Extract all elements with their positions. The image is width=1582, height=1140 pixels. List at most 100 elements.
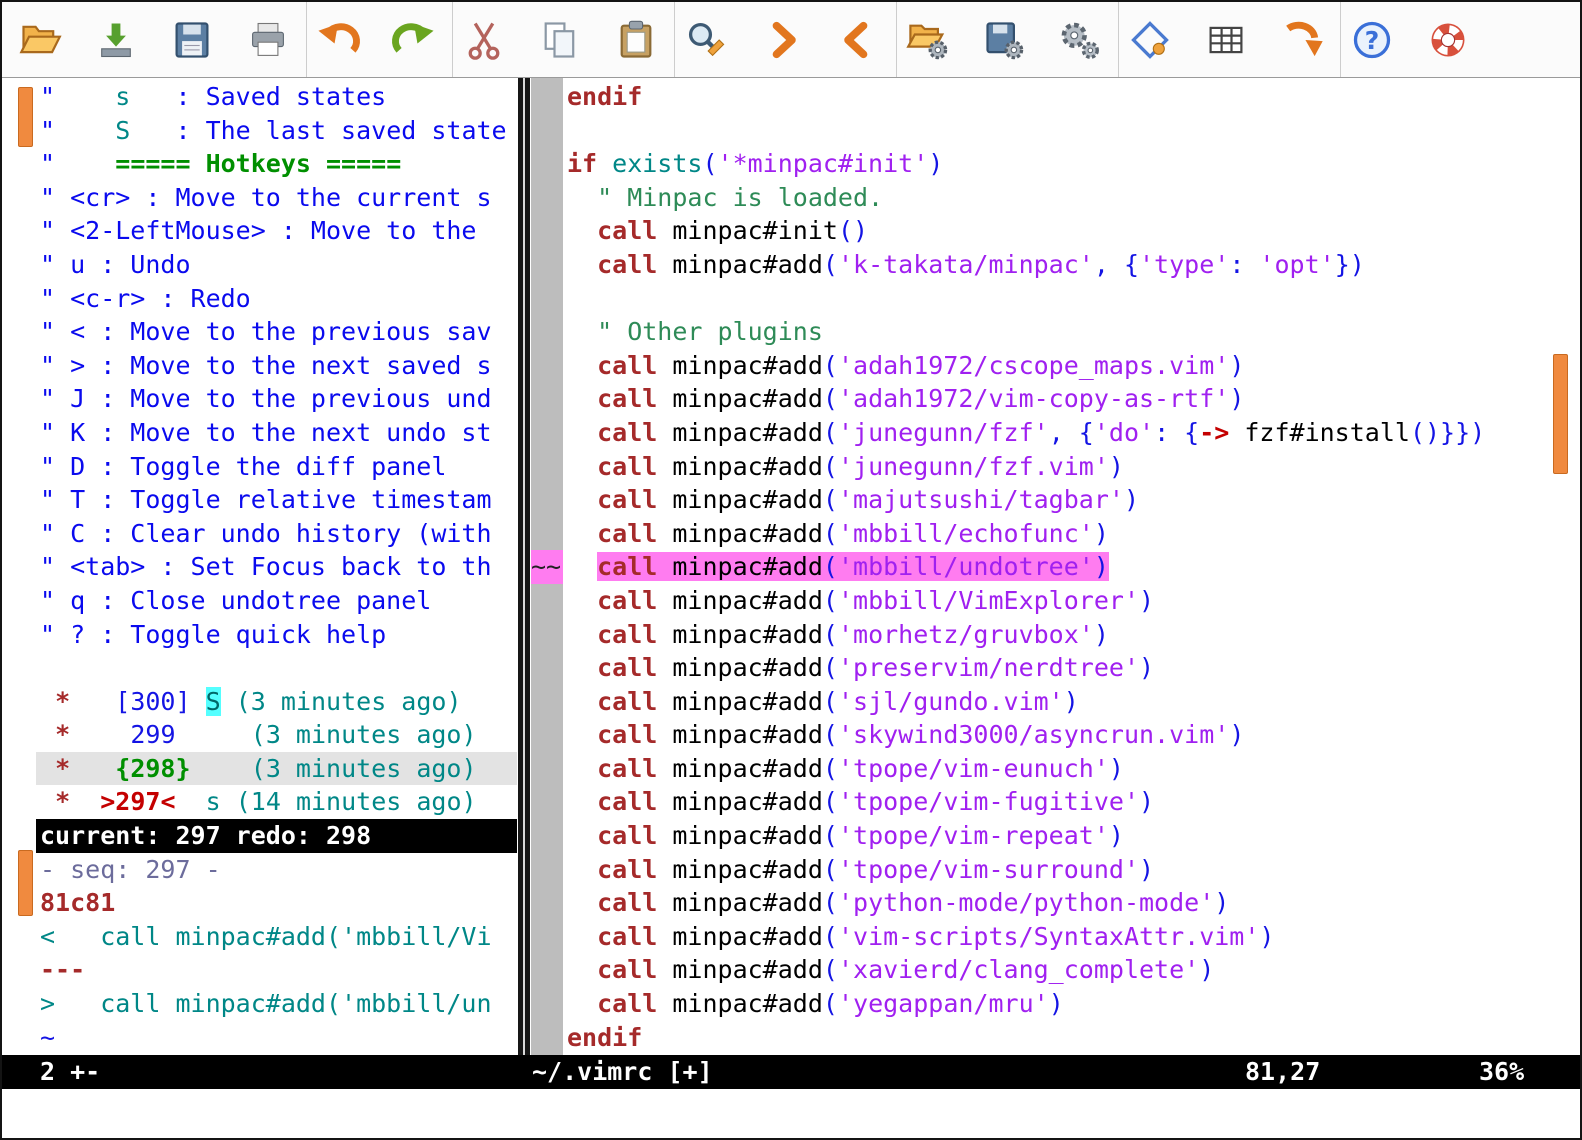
code-line: call minpac#add('yegappan/mru') bbox=[563, 987, 1550, 1021]
code-line: " <tab> : Set Focus back to th bbox=[36, 550, 517, 584]
clipboard-icon bbox=[614, 18, 658, 62]
save-all-icon bbox=[94, 18, 138, 62]
code-line: if exists('*minpac#init') bbox=[563, 147, 1550, 181]
printer-icon bbox=[246, 18, 290, 62]
gvim-window: ? " s : Saved states" S : The last saved… bbox=[0, 0, 1582, 1140]
code-line: call minpac#add('mbbill/VimExplorer') bbox=[563, 584, 1550, 618]
code-line: " Minpac is loaded. bbox=[563, 181, 1550, 215]
code-line: * 299 (3 minutes ago) bbox=[36, 718, 517, 752]
window-splitter[interactable] bbox=[517, 78, 531, 1055]
copy-button[interactable] bbox=[530, 8, 590, 72]
code-line: call minpac#add('k-takata/minpac', {'typ… bbox=[563, 248, 1550, 282]
code-line: * {298} (3 minutes ago) bbox=[36, 752, 517, 786]
code-line: call minpac#add('morhetz/gruvbox') bbox=[563, 618, 1550, 652]
toolbar: ? bbox=[2, 2, 1580, 78]
code-line: 81c81 bbox=[36, 886, 517, 920]
code-line: < call minpac#add('mbbill/Vi bbox=[36, 920, 517, 954]
toolbar-separator bbox=[674, 2, 675, 77]
folder-gear-icon bbox=[906, 18, 950, 62]
life-buoy-icon bbox=[1426, 18, 1470, 62]
code-line: " J : Move to the previous und bbox=[36, 382, 517, 416]
left-scrollbar-thumb-undotree[interactable] bbox=[18, 87, 33, 147]
build-tags-button[interactable] bbox=[1196, 8, 1256, 72]
save-all-button[interactable] bbox=[86, 8, 146, 72]
vimrc-buffer[interactable]: endif if exists('*minpac#init') " Minpac … bbox=[563, 80, 1550, 1054]
code-line: call minpac#add('tpope/vim-eunuch') bbox=[563, 752, 1550, 786]
statusbar-diff-info: 2 +- bbox=[40, 1055, 100, 1089]
code-line: " K : Move to the next undo st bbox=[36, 416, 517, 450]
code-line bbox=[36, 651, 517, 685]
code-line: call minpac#add('junegunn/fzf.vim') bbox=[563, 450, 1550, 484]
make-diamond-icon bbox=[1128, 18, 1172, 62]
run-script-button[interactable] bbox=[1050, 8, 1110, 72]
statusbar-cursor-pos: 81,27 bbox=[1245, 1055, 1320, 1089]
undo-arrow-icon bbox=[315, 17, 361, 63]
code-line: - seq: 297 - bbox=[36, 853, 517, 887]
undotree-change-sign: ~~ bbox=[531, 550, 563, 584]
undo-button[interactable] bbox=[308, 8, 368, 72]
code-line: " < : Move to the previous sav bbox=[36, 315, 517, 349]
floppy-gear-icon bbox=[982, 18, 1026, 62]
find-replace-button[interactable] bbox=[676, 8, 736, 72]
code-line: call minpac#init() bbox=[563, 214, 1550, 248]
code-line: " u : Undo bbox=[36, 248, 517, 282]
statusbar: 2 +- ~/.vimrc [+] 81,27 36% bbox=[2, 1055, 1580, 1089]
open-folder-icon bbox=[18, 18, 62, 62]
code-line bbox=[563, 282, 1550, 316]
code-line: " T : Toggle relative timestam bbox=[36, 483, 517, 517]
code-line: " Other plugins bbox=[563, 315, 1550, 349]
code-line: ~ bbox=[36, 1021, 517, 1055]
load-session-button[interactable] bbox=[898, 8, 958, 72]
code-line: call minpac#add('sjl/gundo.vim') bbox=[563, 685, 1550, 719]
code-line: * [300] S (3 minutes ago) bbox=[36, 685, 517, 719]
toolbar-separator bbox=[452, 2, 453, 77]
code-line: call minpac#add('adah1972/vim-copy-as-rt… bbox=[563, 382, 1550, 416]
code-line: " <cr> : Move to the current s bbox=[36, 181, 517, 215]
code-line: endif bbox=[563, 1021, 1550, 1055]
code-line: " <2-LeftMouse> : Move to the bbox=[36, 214, 517, 248]
statusbar-percent: 36% bbox=[1479, 1055, 1524, 1089]
code-line: " C : Clear undo history (with bbox=[36, 517, 517, 551]
tag-jump-button[interactable] bbox=[1272, 8, 1332, 72]
gears-icon bbox=[1057, 17, 1103, 63]
open-button[interactable] bbox=[10, 8, 70, 72]
redo-button[interactable] bbox=[384, 8, 444, 72]
code-line: > call minpac#add('mbbill/un bbox=[36, 987, 517, 1021]
code-line: " ===== Hotkeys ===== bbox=[36, 147, 517, 181]
paste-button[interactable] bbox=[606, 8, 666, 72]
code-line: call minpac#add('tpope/vim-fugitive') bbox=[563, 785, 1550, 819]
find-prev-button[interactable] bbox=[828, 8, 888, 72]
right-scrollbar-thumb[interactable] bbox=[1553, 354, 1568, 474]
chevron-left-icon bbox=[836, 18, 880, 62]
code-line bbox=[563, 114, 1550, 148]
code-line: call minpac#add('vim-scripts/SyntaxAttr.… bbox=[563, 920, 1550, 954]
code-line: * >297< s (14 minutes ago) bbox=[36, 785, 517, 819]
cut-button[interactable] bbox=[454, 8, 514, 72]
code-line: " q : Close undotree panel bbox=[36, 584, 517, 618]
command-line[interactable] bbox=[2, 1089, 1580, 1138]
question-mark-icon: ? bbox=[1350, 18, 1394, 62]
find-next-button[interactable] bbox=[752, 8, 812, 72]
code-line: " s : Saved states bbox=[36, 80, 517, 114]
save-session-button[interactable] bbox=[974, 8, 1034, 72]
undotree-statusline: current: 297 redo: 298 bbox=[36, 819, 517, 853]
copy-pages-icon bbox=[538, 18, 582, 62]
code-line: --- bbox=[36, 953, 517, 987]
code-line: call minpac#add('preservim/nerdtree') bbox=[563, 651, 1550, 685]
editor-area: " s : Saved states" S : The last saved s… bbox=[2, 78, 1580, 1138]
left-scrollbar-thumb-diff[interactable] bbox=[18, 850, 33, 916]
save-button[interactable] bbox=[162, 8, 222, 72]
scissors-icon bbox=[462, 18, 506, 62]
redo-arrow-icon bbox=[391, 17, 437, 63]
find-help-button[interactable] bbox=[1418, 8, 1478, 72]
code-line: " > : Move to the next saved s bbox=[36, 349, 517, 383]
code-line: call minpac#add('xavierd/clang_complete'… bbox=[563, 953, 1550, 987]
print-button[interactable] bbox=[238, 8, 298, 72]
help-button[interactable]: ? bbox=[1342, 8, 1402, 72]
code-line: call minpac#add('majutsushi/tagbar') bbox=[563, 483, 1550, 517]
code-line: call minpac#add('tpope/vim-repeat') bbox=[563, 819, 1550, 853]
toolbar-separator bbox=[306, 2, 307, 77]
undotree-panel[interactable]: " s : Saved states" S : The last saved s… bbox=[36, 80, 517, 1054]
code-line: call minpac#add('tpope/vim-surround') bbox=[563, 853, 1550, 887]
make-button[interactable] bbox=[1120, 8, 1180, 72]
